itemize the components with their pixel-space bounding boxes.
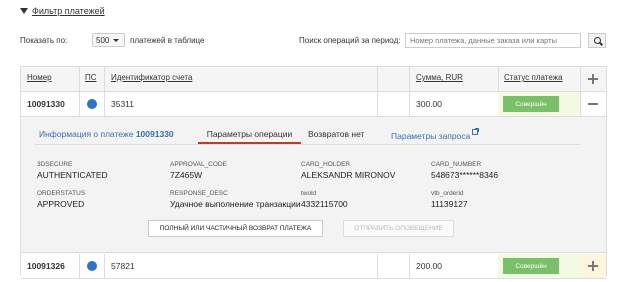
column-divider: [409, 67, 410, 91]
payment-number: 10091326: [27, 261, 65, 271]
rows-in-table-label: платежей в таблице: [130, 36, 205, 45]
status-badge: Совершён: [503, 96, 559, 112]
column-divider: [79, 67, 80, 91]
account-id: 57821: [111, 261, 135, 271]
column-divider: [409, 254, 410, 278]
param-label: vtb_orderid: [431, 190, 464, 197]
param-value: 4332115700: [301, 199, 348, 209]
param-value: ALEKSANDR MIRONOV: [301, 170, 396, 180]
column-divider: [409, 92, 410, 116]
payment-system-icon: [87, 99, 97, 109]
tabs-divider: [35, 144, 580, 145]
chevron-down-icon: [113, 38, 120, 42]
table-header: Номер ПС Идентификатор счета Сумма, RUR …: [21, 67, 606, 92]
param-label: CARD_NUMBER: [431, 161, 482, 168]
per-page-select[interactable]: 500: [92, 33, 125, 47]
param-value: 11139127: [431, 199, 468, 209]
tab-payment-info-number: 10091330: [135, 129, 174, 139]
column-number[interactable]: Номер: [27, 73, 52, 82]
plus-icon: [588, 261, 598, 271]
param-label: APPROVAL_CODE: [170, 161, 227, 168]
table-row[interactable]: 10091326 57821 200.00 Совершён: [21, 254, 606, 279]
payments-table: Номер ПС Идентификатор счета Сумма, RUR …: [20, 66, 607, 279]
param-label: ORDERSTATUS: [37, 190, 86, 197]
payment-number: 10091330: [27, 99, 65, 109]
param-value: 548673******8346: [431, 170, 499, 180]
status-badge: Совершён: [503, 258, 559, 274]
add-column-plus-icon[interactable]: [588, 74, 598, 84]
param-label: CARD_HOLDER: [301, 161, 351, 168]
collapse-row-button[interactable]: [580, 92, 606, 116]
column-divider: [104, 92, 105, 116]
column-ps[interactable]: ПС: [85, 73, 97, 82]
column-divider: [79, 254, 80, 278]
tab-payment-info-label: Информация о платеже: [39, 129, 134, 139]
column-divider: [498, 67, 499, 91]
status-cell: Совершён: [498, 254, 580, 278]
payment-system-icon: [87, 261, 97, 271]
param-value: AUTHENTICATED: [37, 170, 108, 180]
column-status[interactable]: Статус платежа: [504, 73, 563, 82]
param-label: twold: [301, 190, 317, 197]
param-label: 3DSECURE: [37, 161, 73, 168]
refund-button[interactable]: ПОЛНЫЙ ИЛИ ЧАСТИЧНЫЙ ВОЗВРАТ ПЛАТЕЖА: [148, 220, 323, 237]
minus-icon: [588, 99, 598, 109]
tab-operation-params[interactable]: Параметры операции: [198, 124, 301, 144]
tab-request-params[interactable]: Параметры запроса: [391, 128, 480, 141]
status-cell: Совершён: [498, 92, 580, 116]
filter-icon: [20, 8, 28, 14]
param-value: 7Z465W: [170, 170, 203, 180]
column-divider: [377, 92, 378, 116]
param-value: Удачное выполнение транзакции: [170, 199, 301, 209]
param-value: APPROVED: [37, 199, 85, 209]
column-divider: [580, 67, 581, 91]
param-label: RESPONSE_DESC: [170, 190, 228, 197]
period-search-label: Поиск операций за период:: [299, 36, 401, 45]
external-link-icon: [472, 128, 480, 135]
search-button[interactable]: [588, 33, 606, 48]
expand-row-button[interactable]: [580, 254, 606, 278]
column-divider: [104, 254, 105, 278]
show-per-page-label: Показать по:: [20, 36, 68, 45]
account-id: 35311: [111, 99, 135, 109]
table-row[interactable]: 10091330 35311 300.00 Совершён: [21, 92, 606, 117]
amount: 200.00: [416, 261, 442, 271]
search-icon: [593, 37, 601, 44]
per-page-value: 500: [96, 35, 110, 45]
tab-request-params-label: Параметры запроса: [391, 131, 471, 141]
column-amount[interactable]: Сумма, RUR: [416, 73, 463, 82]
search-input[interactable]: [405, 33, 581, 48]
column-divider: [79, 92, 80, 116]
column-divider: [377, 67, 378, 91]
send-notification-button[interactable]: ОТПРАВИТЬ ОПОВЕЩЕНИЕ: [343, 220, 454, 237]
table-toolbar: Показать по: 500 платежей в таблице Поис…: [20, 33, 607, 49]
details-tabs: Информация о платеже 10091330 Параметры …: [35, 124, 580, 144]
payment-filter-toggle[interactable]: Фильтр платежей: [20, 6, 105, 16]
column-account-id[interactable]: Идентификатор счета: [111, 73, 192, 82]
tab-payment-info[interactable]: Информация о платеже 10091330: [39, 129, 174, 139]
filter-label: Фильтр платежей: [32, 6, 105, 16]
column-divider: [377, 254, 378, 278]
tab-refunds[interactable]: Возвратов нет: [308, 129, 364, 139]
column-divider: [104, 67, 105, 91]
payment-details-panel: Информация о платеже 10091330 Параметры …: [21, 117, 606, 253]
amount: 300.00: [416, 99, 442, 109]
